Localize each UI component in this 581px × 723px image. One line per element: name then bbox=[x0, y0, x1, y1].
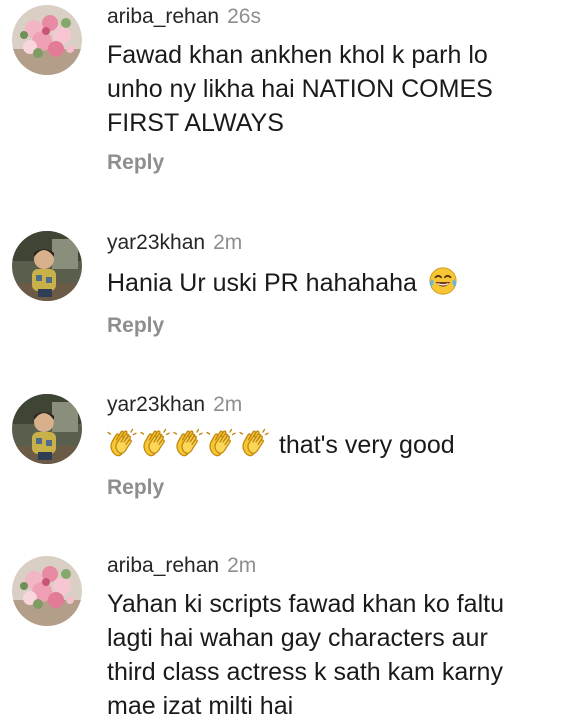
comment-text-line: FIRST ALWAYS bbox=[107, 109, 284, 137]
timestamp: 26s bbox=[227, 5, 261, 28]
user-avatar[interactable] bbox=[12, 5, 82, 75]
username[interactable]: ariba_rehan bbox=[107, 554, 219, 577]
clapping-hands-icon bbox=[206, 428, 236, 458]
comment-text-line: third class actress k sath kam karny bbox=[107, 658, 503, 686]
comment-text-line: lagti hai wahan gay characters aur bbox=[107, 624, 488, 652]
reply-button[interactable]: Reply bbox=[107, 313, 164, 339]
clapping-hands-icon bbox=[140, 428, 170, 458]
clapping-hands-icon bbox=[239, 428, 269, 458]
flower-bouquet-avatar bbox=[12, 5, 82, 75]
user-avatar[interactable] bbox=[12, 394, 82, 464]
comment-meta: yar23khan 2m bbox=[107, 392, 242, 418]
timestamp: 2m bbox=[227, 554, 257, 577]
user-avatar[interactable] bbox=[12, 556, 82, 626]
comment-text-line: unho ny likha hai NATION COMES bbox=[107, 75, 493, 103]
clapping-hands-icon bbox=[173, 428, 203, 458]
child-photo-avatar bbox=[12, 231, 82, 301]
comment-text: Yahan ki scripts fawad khan ko faltu lag… bbox=[107, 587, 567, 723]
timestamp: 2m bbox=[213, 231, 243, 254]
comment-text: that's very good bbox=[107, 428, 567, 462]
clapping-hands-icon bbox=[107, 428, 137, 458]
comment-text: Fawad khan ankhen khol k parh lo unho ny… bbox=[107, 38, 567, 140]
flower-bouquet-avatar bbox=[12, 556, 82, 626]
comment-text-line: that's very good bbox=[278, 431, 455, 459]
comment-text-line: Fawad khan ankhen khol k parh lo bbox=[107, 41, 488, 69]
username[interactable]: yar23khan bbox=[107, 393, 205, 416]
face-with-tears-of-joy-icon bbox=[428, 266, 458, 296]
username[interactable]: ariba_rehan bbox=[107, 5, 219, 28]
reply-button[interactable]: Reply bbox=[107, 150, 164, 176]
comment-text-line: Hania Ur uski PR hahahaha bbox=[107, 269, 417, 297]
comment-text-line: Yahan ki scripts fawad khan ko faltu bbox=[107, 590, 504, 618]
comment-meta: ariba_rehan 26s bbox=[107, 4, 261, 30]
comment-text-line: mae izat milti hai bbox=[107, 692, 294, 720]
comment-meta: ariba_rehan 2m bbox=[107, 553, 256, 579]
comment-meta: yar23khan 2m bbox=[107, 230, 242, 256]
reply-button[interactable]: Reply bbox=[107, 475, 164, 501]
child-photo-avatar bbox=[12, 394, 82, 464]
timestamp: 2m bbox=[213, 393, 243, 416]
username[interactable]: yar23khan bbox=[107, 231, 205, 254]
comment-text: Hania Ur uski PR hahahaha bbox=[107, 266, 567, 300]
user-avatar[interactable] bbox=[12, 231, 82, 301]
